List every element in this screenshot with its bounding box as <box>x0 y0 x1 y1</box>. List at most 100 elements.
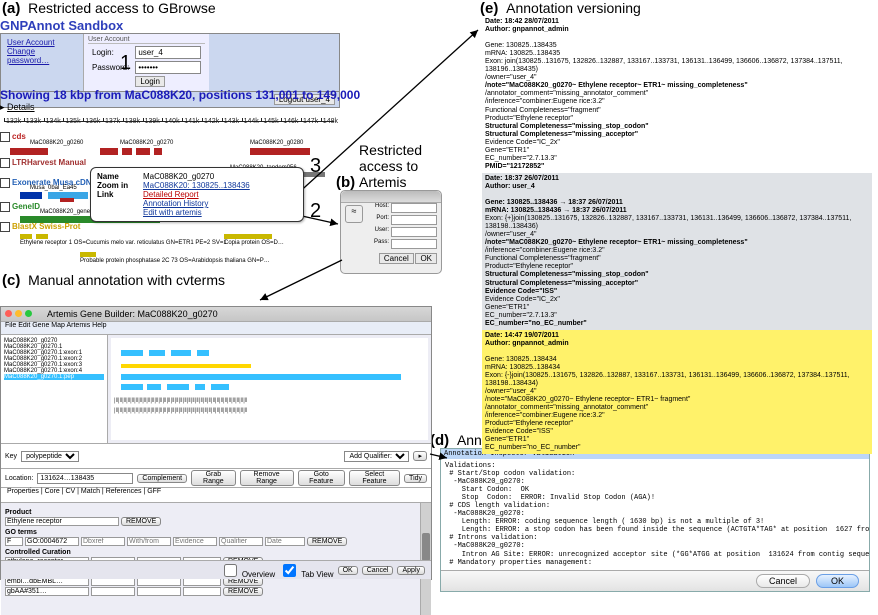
tabview-check[interactable]: Tab View <box>279 561 333 580</box>
details-link[interactable]: Details <box>7 102 35 112</box>
user-account-header: User Account <box>88 36 205 44</box>
key-select[interactable]: polypeptide <box>21 451 79 462</box>
version-2: Date: 18:37 26/07/2011 Author: user_4 Ge… <box>482 173 872 330</box>
login-left: User Account Change password… <box>1 34 83 91</box>
cc-header: Controlled Curation <box>5 549 416 556</box>
tick: 132k <box>4 118 21 122</box>
artemis-logo-icon: ≈ <box>345 205 363 223</box>
b-pass-l: Pass: <box>374 239 389 249</box>
feature-tree[interactable]: MaC088K20_g0270 MaC088K20_g0270.1 MaC088… <box>1 335 108 443</box>
cc-term-3[interactable] <box>5 587 89 596</box>
blast-line2: Copia protein OS=D… <box>224 240 284 246</box>
feat-g0260[interactable]: MaC088K20_g0260 <box>30 140 83 146</box>
gb-tabs[interactable]: Properties | Core | CV | Match | Referen… <box>1 488 431 503</box>
b-host-l: Host: <box>375 203 389 213</box>
password-input[interactable] <box>135 61 201 74</box>
loc-comp[interactable]: Complement <box>137 474 187 483</box>
go-dbxref[interactable] <box>81 537 125 546</box>
gb-scroll-thumb[interactable] <box>422 533 430 561</box>
b-port-l: Port: <box>376 215 389 225</box>
popup-name-l: Name <box>97 172 143 181</box>
loc-tidy[interactable]: Tidy <box>404 474 427 483</box>
artemis-login-title[interactable] <box>341 191 441 203</box>
b-port-input[interactable] <box>391 215 437 225</box>
zoom-icon[interactable] <box>25 310 32 317</box>
go-with[interactable] <box>127 537 171 546</box>
callout-2: 2 <box>310 200 321 223</box>
track-exo-check[interactable] <box>0 178 10 188</box>
loc-goto[interactable]: Goto Feature <box>298 470 345 486</box>
region-heading: Showing 18 kbp from MaC088K20, positions… <box>0 88 360 102</box>
track-blastx-check[interactable] <box>0 222 10 232</box>
gb-key-row: Key polypeptide Add Qualifier: ▸ <box>1 444 431 469</box>
feat-g0270[interactable]: MaC088K20_g0270 <box>120 140 173 146</box>
go-qual[interactable] <box>219 537 263 546</box>
details-toggle-icon[interactable]: ▸ <box>0 102 5 112</box>
gb-menubar[interactable]: File Edit Gene Map Artemis Help <box>1 322 431 335</box>
gene-canvas[interactable]: |‖|‖|‖|‖|‖|‖|‖|‖|‖|‖|‖|‖|‖|‖|‖|‖|‖|‖|‖|‖… <box>111 338 428 440</box>
bar-g0260[interactable] <box>10 148 48 155</box>
product-header: Product <box>5 509 416 516</box>
user-account-link[interactable]: User Account <box>7 38 77 47</box>
minimize-icon[interactable] <box>15 310 22 317</box>
annotation-inspector-window: Annotation Inspector Validation Validati… <box>440 448 870 592</box>
product-input[interactable] <box>5 517 119 526</box>
add-qualifier-select[interactable]: Add Qualifier: <box>344 451 409 462</box>
overview-check[interactable]: Overview <box>220 561 276 580</box>
close-icon[interactable] <box>5 310 12 317</box>
gb-title-text: Artemis Gene Builder: MaC088K20_g0270 <box>47 309 218 319</box>
popup-edit-link[interactable]: Edit with artemis <box>143 208 202 217</box>
gb-cancel[interactable]: Cancel <box>362 566 394 575</box>
b-cancel-button[interactable]: Cancel <box>379 253 414 264</box>
loc-rm[interactable]: Remove Range <box>240 470 294 486</box>
gb-apply[interactable]: Apply <box>397 566 425 575</box>
feat-musa[interactable]: Musa_0bal_Ea45 <box>30 185 77 191</box>
product-remove[interactable]: REMOVE <box>121 517 161 526</box>
version-1: Date: 18:42 28/07/2011 Author: gnpannot_… <box>482 16 872 173</box>
label-c-letter: (c) <box>2 272 20 289</box>
go-remove[interactable]: REMOVE <box>307 537 347 546</box>
track-geneid-check[interactable] <box>0 202 10 212</box>
b-pass-input[interactable] <box>391 239 437 249</box>
key-label: Key <box>5 453 17 460</box>
popup-history-link[interactable]: Annotation History <box>143 199 208 208</box>
blast-line3: Probable protein phosphatase 2C 73 OS=Ar… <box>80 258 340 264</box>
feat-g0280[interactable]: MaC088K20_g0280 <box>250 140 303 146</box>
login-input[interactable] <box>135 46 201 59</box>
loc-input[interactable] <box>37 473 133 484</box>
b-host-input[interactable] <box>391 203 437 213</box>
inspector-cancel[interactable]: Cancel <box>756 574 810 588</box>
track-blastx-label: BlastX Swiss-Prot <box>12 222 80 231</box>
inspector-ok[interactable]: OK <box>816 574 859 588</box>
go-aspect[interactable] <box>5 537 23 546</box>
b-user-l: User: <box>375 227 389 237</box>
add-qualifier-go[interactable]: ▸ <box>413 451 427 461</box>
callout-1: 1 <box>120 52 131 75</box>
loc-sel[interactable]: Select Feature <box>349 470 400 486</box>
label-c-text: Manual annotation with cvterms <box>28 272 225 288</box>
login-button[interactable]: Login <box>135 76 165 87</box>
callout-3: 3 <box>310 155 321 178</box>
go-date[interactable] <box>265 537 305 546</box>
loc-grab[interactable]: Grab Range <box>191 470 235 486</box>
go-id[interactable] <box>25 537 79 546</box>
label-a-letter: (a) <box>2 0 20 17</box>
label-e-letter: (e) <box>480 0 498 17</box>
track-geneid-label: GeneID <box>12 202 40 211</box>
b-user-input[interactable] <box>391 227 437 237</box>
b-ok-button[interactable]: OK <box>415 253 437 264</box>
popup-zoom-l: Zoom in <box>97 181 143 190</box>
gene-builder-title[interactable]: Artemis Gene Builder: MaC088K20_g0270 <box>1 307 431 322</box>
version-3: Date: 14:47 19/07/2011 Author: gnpannot_… <box>482 330 872 455</box>
gene-builder-window: Artemis Gene Builder: MaC088K20_g0270 Fi… <box>0 306 432 580</box>
loc-label: Location: <box>5 475 33 482</box>
track-cds-check[interactable] <box>0 132 10 142</box>
popup-detailed-link[interactable]: Detailed Report <box>143 190 199 199</box>
popup-zoom-link[interactable]: MaC088K20: 130825..138436 <box>143 181 250 190</box>
gb-scrollbar[interactable] <box>420 503 431 615</box>
go-evidence[interactable] <box>173 537 217 546</box>
gb-ok[interactable]: OK <box>338 566 358 575</box>
go-header: GO terms <box>5 529 416 536</box>
change-password-link[interactable]: Change password… <box>7 47 77 65</box>
track-ltr-check[interactable] <box>0 158 10 168</box>
